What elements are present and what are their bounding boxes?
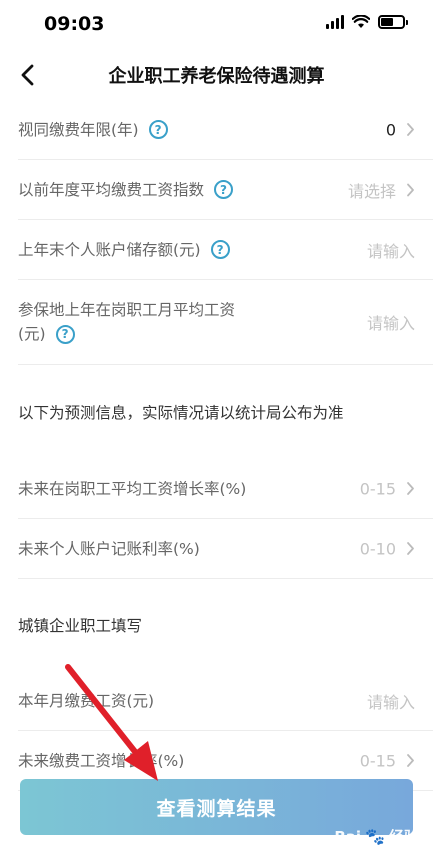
form-row-avg-monthly-wage[interactable]: 参保地上年在岗职工月平均工资 (元) ? 请输入 [18, 280, 433, 365]
wage-index-select[interactable]: 请选择 [348, 178, 415, 202]
prediction-section-title: 以下为预测信息，实际情况请以统计局公布为准 [18, 404, 344, 422]
row-label: 未来个人账户记账利率(%) [18, 539, 200, 558]
row-label: 视同缴费年限(年) ? [18, 118, 168, 142]
chevron-right-icon [407, 183, 414, 196]
page-title: 企业职工养老保险待遇测算 [108, 66, 325, 87]
monthly-contribution-input[interactable]: 请输入 [367, 689, 415, 713]
form-row-monthly-contribution[interactable]: 本年月缴费工资(元) 请输入 [18, 671, 433, 731]
status-bar: 09:03 [0, 0, 433, 50]
help-icon[interactable]: ? [214, 180, 234, 199]
form-row-account-balance[interactable]: 上年末个人账户储存额(元) ? 请输入 [18, 220, 433, 280]
help-icon[interactable]: ? [55, 324, 75, 344]
calculator-form: 视同缴费年限(年) ? 0 以前年度平均缴费工资指数 ? 请选择 上年末个人账户… [0, 100, 433, 791]
chevron-right-icon [407, 123, 414, 136]
nav-bar: 企业职工养老保险待遇测算 [0, 50, 433, 100]
urban-section-title: 城镇企业职工填写 [18, 617, 143, 635]
row-label: 未来缴费工资增长率(%) [18, 751, 185, 770]
row-label: 参保地上年在岗职工月平均工资 (元) ? [18, 301, 236, 344]
wifi-icon [352, 15, 370, 28]
row-label: 以前年度平均缴费工资指数 ? [18, 178, 234, 202]
avg-monthly-wage-input[interactable]: 请输入 [367, 310, 415, 334]
form-row-wage-index[interactable]: 以前年度平均缴费工资指数 ? 请选择 [18, 160, 433, 220]
form-row-interest-rate[interactable]: 未来个人账户记账利率(%) 0-10 [18, 519, 433, 579]
chevron-right-icon [407, 542, 414, 555]
row-label: 上年末个人账户储存额(元) ? [18, 238, 230, 262]
row-value: 0 [386, 120, 415, 139]
account-balance-input[interactable]: 请输入 [367, 238, 415, 262]
contribution-growth-rate-select[interactable]: 0-15 [360, 751, 415, 770]
interest-rate-select[interactable]: 0-10 [360, 539, 415, 558]
form-row-deemed-years[interactable]: 视同缴费年限(年) ? 0 [18, 100, 433, 160]
form-row-wage-growth-rate[interactable]: 未来在岗职工平均工资增长率(%) 0-15 [18, 459, 433, 519]
row-label: 未来在岗职工平均工资增长率(%) [18, 479, 247, 498]
chevron-right-icon [407, 754, 414, 767]
battery-icon [378, 15, 408, 29]
wage-growth-rate-select[interactable]: 0-15 [360, 479, 415, 498]
status-time: 09:03 [44, 13, 105, 35]
help-icon[interactable]: ? [148, 120, 168, 139]
signal-icon [326, 15, 344, 29]
chevron-right-icon [407, 482, 414, 495]
deemed-years-value: 0 [385, 120, 396, 139]
paw-icon: 🐾 [365, 827, 385, 846]
status-icons [326, 15, 408, 29]
baidu-watermark: Bai 🐾 经验 [334, 827, 419, 846]
row-label: 本年月缴费工资(元) [18, 691, 155, 710]
help-icon[interactable]: ? [210, 240, 230, 259]
